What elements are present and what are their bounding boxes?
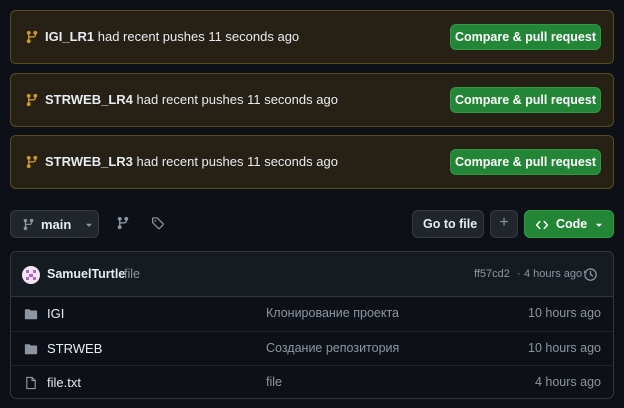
- code-icon: [535, 220, 549, 230]
- repo-file-table: SamuelTurtle file ff57cd2 · 4 hours ago …: [10, 251, 614, 399]
- history-icon[interactable]: [583, 267, 598, 282]
- folder-icon: [24, 309, 38, 320]
- push-time-text: had recent pushes 11 seconds ago: [136, 92, 338, 107]
- compare-pull-request-button[interactable]: Compare & pull request: [450, 149, 601, 175]
- branch-selector-button[interactable]: main: [10, 210, 99, 238]
- avatar[interactable]: [22, 266, 40, 284]
- add-file-button[interactable]: +: [490, 210, 518, 238]
- push-time-text: had recent pushes 11 seconds ago: [136, 154, 338, 169]
- file-name[interactable]: IGI: [47, 306, 64, 321]
- tag-icon[interactable]: [151, 216, 165, 230]
- file-commit-message[interactable]: file: [266, 375, 282, 389]
- go-to-file-label: Go to file: [423, 217, 478, 231]
- push-banner-text: STRWEB_LR3 had recent pushes 11 seconds …: [45, 154, 338, 169]
- table-row[interactable]: IGI Клонирование проекта 10 hours ago: [11, 297, 613, 331]
- table-row[interactable]: file.txt file 4 hours ago: [11, 365, 613, 398]
- push-banner-strweb-lr4: STRWEB_LR4 had recent pushes 11 seconds …: [10, 73, 614, 127]
- branch-name[interactable]: IGI_LR1: [45, 29, 94, 44]
- branch-name[interactable]: STRWEB_LR4: [45, 92, 133, 107]
- push-time-text: had recent pushes 11 seconds ago: [97, 29, 300, 44]
- plus-icon: +: [499, 214, 509, 231]
- push-banner-text: STRWEB_LR4 had recent pushes 11 seconds …: [45, 92, 338, 107]
- compare-pull-request-button[interactable]: Compare & pull request: [450, 87, 601, 113]
- git-branch-icon: [23, 218, 34, 231]
- compare-pull-request-button[interactable]: Compare & pull request: [450, 24, 601, 50]
- branches-icon[interactable]: [116, 216, 130, 230]
- push-banner-strweb-lr3: STRWEB_LR3 had recent pushes 11 seconds …: [10, 135, 614, 189]
- git-branch-icon: [26, 30, 38, 44]
- caret-down-icon: [595, 223, 603, 227]
- file-commit-message[interactable]: Создание репозитория: [266, 341, 399, 355]
- file-commit-age: 4 hours ago: [534, 375, 601, 389]
- git-branch-icon: [26, 93, 38, 107]
- push-banner-igi-lr1: IGI_LR1 had recent pushes 11 seconds ago…: [10, 10, 614, 64]
- push-banner-text: IGI_LR1 had recent pushes 11 seconds ago: [45, 29, 299, 44]
- git-branch-icon: [26, 155, 38, 169]
- branch-name[interactable]: STRWEB_LR3: [45, 154, 133, 169]
- code-button-label: Code: [556, 217, 588, 231]
- table-row[interactable]: STRWEB Создание репозитория 10 hours ago: [11, 331, 613, 365]
- file-commit-age: 10 hours ago: [528, 306, 601, 320]
- commit-message[interactable]: file: [124, 267, 140, 281]
- file-commit-message[interactable]: Клонирование проекта: [266, 306, 399, 320]
- commit-age: 4 hours ago: [524, 268, 583, 280]
- go-to-file-button[interactable]: Go to file: [412, 210, 484, 238]
- file-commit-age: 10 hours ago: [528, 341, 601, 355]
- commit-author[interactable]: SamuelTurtle: [47, 267, 125, 281]
- avatar-identicon: [26, 270, 36, 280]
- commit-separator: ·: [517, 268, 521, 280]
- file-name[interactable]: STRWEB: [47, 341, 102, 356]
- latest-commit-bar: SamuelTurtle file ff57cd2 · 4 hours ago: [11, 252, 613, 297]
- file-name[interactable]: file.txt: [47, 375, 81, 390]
- branch-selector-label: main: [41, 217, 72, 232]
- code-button[interactable]: Code: [524, 210, 614, 238]
- caret-down-icon: [85, 223, 93, 227]
- folder-icon: [24, 344, 38, 355]
- file-icon: [26, 376, 36, 390]
- commit-hash[interactable]: ff57cd2: [474, 268, 510, 280]
